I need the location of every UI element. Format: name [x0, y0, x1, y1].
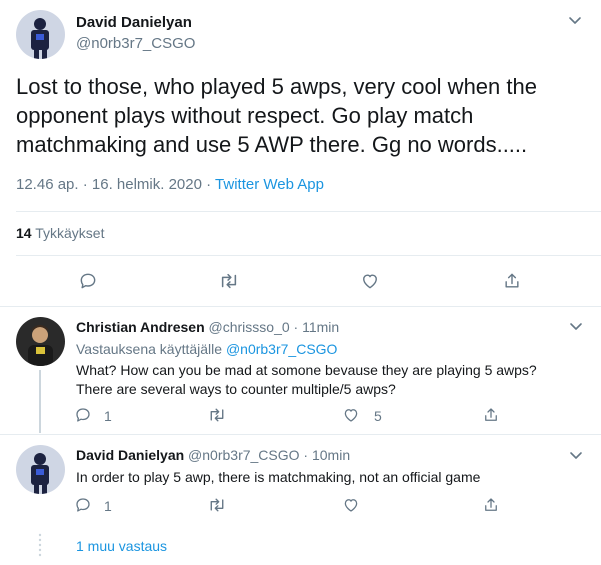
- reply1-time[interactable]: · 11min: [294, 319, 340, 335]
- main-tweet-timestamp[interactable]: 12.46 ap. · 16. helmik. 2020 ·: [16, 176, 211, 193]
- reply1-author-handle[interactable]: @chrissso_0: [209, 319, 290, 335]
- reply-icon[interactable]: [73, 405, 93, 425]
- reply2-time[interactable]: · 10min: [303, 447, 350, 463]
- retweet-icon[interactable]: [207, 495, 227, 515]
- reply-icon[interactable]: [77, 270, 99, 292]
- divider: [16, 255, 601, 256]
- main-tweet-text: Lost to those, who played 5 awps, very c…: [16, 72, 591, 159]
- reply2-reply-count: 1: [104, 498, 112, 514]
- heart-icon[interactable]: [341, 405, 361, 425]
- reply2-header: David Danielyan @n0rb3r7_CSGO · 10min: [76, 447, 350, 463]
- main-tweet-likes[interactable]: 14 Tykkäykset: [16, 225, 104, 241]
- main-tweet-source[interactable]: Twitter Web App: [215, 176, 324, 193]
- main-author-handle[interactable]: @n0rb3r7_CSGO: [76, 35, 195, 52]
- main-author-avatar[interactable]: [16, 10, 65, 59]
- main-author-name[interactable]: David Danielyan: [76, 14, 192, 31]
- reply2-author-name[interactable]: David Danielyan: [76, 447, 184, 463]
- reply1-author-name[interactable]: Christian Andresen: [76, 319, 205, 335]
- likes-label: Tykkäykset: [35, 225, 105, 241]
- reply2-text: In order to play 5 awp, there is matchma…: [76, 469, 481, 485]
- reply1-text-line: What? How can you be mad at somone bevau…: [76, 362, 537, 378]
- reply1-text: What? How can you be mad at somone bevau…: [76, 361, 537, 399]
- thread-connector: [39, 370, 41, 433]
- main-tweet-text-line: Lost to those, who played 5 awps, very c…: [16, 74, 537, 99]
- main-tweet-text-line: opponent plays without respect. Go play …: [16, 103, 474, 128]
- replying-prefix: Vastauksena käyttäjälle: [76, 341, 223, 357]
- chevron-down-icon[interactable]: [568, 447, 584, 463]
- share-icon[interactable]: [481, 495, 501, 515]
- reply1-replying-to: Vastauksena käyttäjälle @n0rb3r7_CSGO: [76, 341, 337, 357]
- reply2-author-handle[interactable]: @n0rb3r7_CSGO: [188, 447, 299, 463]
- show-more-replies-link[interactable]: 1 muu vastaus: [76, 538, 167, 554]
- retweet-icon[interactable]: [218, 270, 240, 292]
- chevron-down-icon[interactable]: [567, 12, 583, 28]
- retweet-icon[interactable]: [207, 405, 227, 425]
- chevron-down-icon[interactable]: [568, 318, 584, 334]
- heart-icon[interactable]: [359, 270, 381, 292]
- reply2-author-avatar[interactable]: [16, 445, 65, 494]
- reply1-reply-count: 1: [104, 408, 112, 424]
- share-icon[interactable]: [481, 405, 501, 425]
- reply1-like-count: 5: [374, 408, 382, 424]
- heart-icon[interactable]: [341, 495, 361, 515]
- share-icon[interactable]: [501, 270, 523, 292]
- divider: [16, 211, 601, 212]
- main-tweet-text-line: matchmaking and use 5 AWP there. Gg no w…: [16, 132, 528, 157]
- replying-to-handle[interactable]: @n0rb3r7_CSGO: [226, 341, 337, 357]
- main-tweet-bottom-border: [0, 306, 601, 307]
- main-tweet-meta: 12.46 ap. · 16. helmik. 2020 · Twitter W…: [16, 176, 324, 193]
- thread-dots: [38, 533, 42, 557]
- reply1-bottom-border: [0, 434, 601, 435]
- reply1-text-line: There are several ways to counter multip…: [76, 381, 396, 397]
- reply-icon[interactable]: [73, 495, 93, 515]
- reply1-header: Christian Andresen @chrissso_0 · 11min: [76, 319, 339, 335]
- reply1-author-avatar[interactable]: [16, 317, 65, 366]
- likes-count: 14: [16, 225, 32, 241]
